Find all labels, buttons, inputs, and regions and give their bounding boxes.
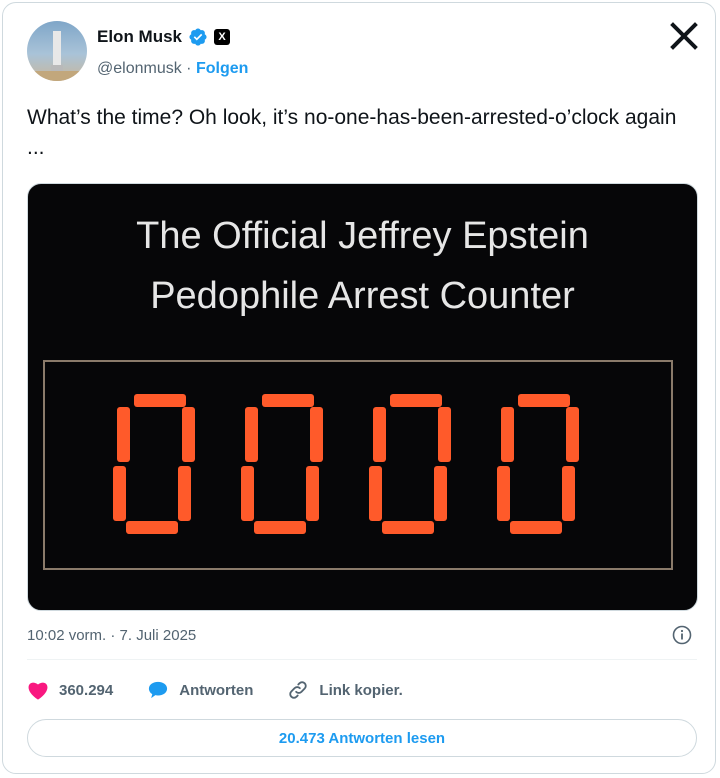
digit-segment [497, 466, 510, 521]
digit-segment [566, 407, 579, 462]
digit-segment [262, 394, 314, 407]
divider [27, 659, 697, 660]
media-title-line-1: The Official Jeffrey Epstein [136, 215, 589, 257]
counter-digit [241, 394, 323, 534]
link-icon [289, 681, 308, 699]
reply-bubble-icon [149, 681, 168, 699]
read-replies-button[interactable]: 20.473 Antworten lesen [27, 719, 697, 757]
digit-segment [306, 466, 319, 521]
like-button[interactable]: 360.294 [27, 680, 113, 700]
tweet-timestamp[interactable]: 10:02 vorm. · 7. Juli 2025 [27, 627, 196, 644]
digit-segment [245, 407, 258, 462]
copy-link-button[interactable]: Link kopier. [287, 679, 403, 701]
action-bar: 360.294 Antworten Link kopier. [27, 679, 437, 701]
follow-button[interactable]: Folgen [196, 60, 248, 77]
arrest-counter-display [113, 394, 579, 534]
counter-digit [497, 394, 579, 534]
digit-segment [373, 407, 386, 462]
digit-segment [254, 521, 306, 534]
verified-badge-icon [189, 28, 207, 46]
digit-segment [113, 466, 126, 521]
media-title: The Official Jeffrey Epstein Pedophile A… [28, 206, 697, 326]
handle-row: @elonmusk · Folgen [97, 60, 248, 78]
reply-button[interactable]: Antworten [147, 680, 253, 700]
x-logo-icon: X [214, 29, 231, 45]
digit-segment [434, 466, 447, 521]
tweet-card: Elon Musk X @elonmusk · Folgen What’s th… [2, 2, 716, 774]
digit-segment [382, 521, 434, 534]
like-count: 360.294 [59, 681, 114, 699]
counter-digit [113, 394, 195, 534]
media-title-line-2: Pedophile Arrest Counter [150, 275, 575, 317]
digit-segment [310, 407, 323, 462]
digit-segment [126, 521, 178, 534]
counter-digit [369, 394, 451, 534]
digit-segment [182, 407, 195, 462]
digit-segment [390, 394, 442, 407]
heart-icon [28, 682, 48, 700]
reply-label: Antworten [179, 681, 254, 699]
author-handle[interactable]: @elonmusk [97, 60, 182, 77]
tweet-media-image[interactable]: The Official Jeffrey Epstein Pedophile A… [27, 183, 698, 611]
digit-segment [117, 407, 130, 462]
digit-segment [518, 394, 570, 407]
avatar-image [27, 31, 87, 81]
digit-segment [562, 466, 575, 521]
tweet-text: What’s the time? Oh look, it’s no-one-ha… [27, 106, 677, 159]
copy-link-label: Link kopier. [319, 681, 403, 699]
author-name-row: Elon Musk X [97, 27, 231, 47]
close-icon[interactable] [667, 19, 701, 53]
digit-segment [241, 466, 254, 521]
author-name[interactable]: Elon Musk [97, 27, 182, 47]
digit-segment [369, 466, 382, 521]
digit-segment [134, 394, 186, 407]
avatar[interactable] [27, 21, 87, 81]
digit-segment [510, 521, 562, 534]
info-icon[interactable] [672, 625, 692, 645]
digit-segment [501, 407, 514, 462]
digit-segment [438, 407, 451, 462]
digit-segment [178, 466, 191, 521]
handle-separator: · [186, 60, 192, 77]
